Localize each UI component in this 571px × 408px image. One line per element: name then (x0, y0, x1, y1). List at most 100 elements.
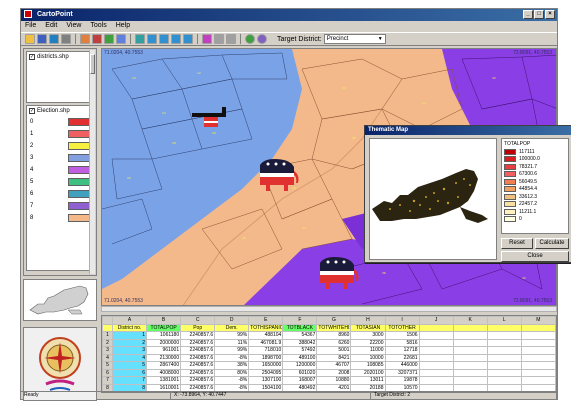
table-row[interactable]: 7 7 1381001 2240857.6 -8% 1307100 168007 10880 1… (102, 376, 556, 385)
table-cell[interactable]: 2000000 (146, 338, 182, 347)
table-cell[interactable]: 467081.9 (248, 338, 284, 347)
legend-swatch[interactable] (68, 202, 90, 210)
table-cell[interactable] (418, 368, 454, 377)
column-header[interactable] (418, 323, 454, 332)
menu-file[interactable]: File (25, 22, 36, 31)
table-cell[interactable]: -8% (214, 376, 250, 385)
save-icon[interactable] (49, 34, 59, 44)
table-row[interactable]: 1 1 1061180 2240857.6 99% 488104 54367 8960 3000… (102, 331, 556, 340)
table-cell[interactable]: -8% (214, 353, 250, 362)
table-cell[interactable] (486, 376, 522, 385)
table-row[interactable]: 5 5 2867400 2240857.6 38% 1650000 1200000 46707… (102, 361, 556, 370)
table-cell[interactable]: 10880 (316, 376, 352, 385)
redo-icon[interactable] (226, 34, 236, 44)
table-cell[interactable]: 961001 (146, 346, 182, 355)
table-cell[interactable]: 6260 (316, 338, 352, 347)
globe-icon[interactable] (245, 34, 255, 44)
column-header[interactable]: Dem. (214, 323, 250, 332)
table-cell[interactable]: 1381001 (146, 376, 182, 385)
column-header[interactable]: District no. (111, 323, 148, 332)
full-extent-icon[interactable] (183, 34, 193, 44)
table-cell[interactable] (452, 331, 488, 340)
legend-swatch[interactable] (68, 178, 90, 186)
table-cell[interactable] (452, 353, 488, 362)
column-header[interactable]: TOTOTHER (384, 323, 420, 332)
table-cell[interactable]: 1506 (384, 331, 420, 340)
table-cell[interactable] (452, 376, 488, 385)
table-cell[interactable] (452, 368, 488, 377)
print-icon[interactable] (61, 34, 71, 44)
grid-icon[interactable] (116, 34, 126, 44)
table-cell[interactable]: 46707 (316, 361, 352, 370)
table-cell[interactable]: 5 (111, 361, 148, 370)
column-header[interactable] (452, 323, 488, 332)
table-cell[interactable] (452, 361, 488, 370)
table-cell[interactable]: 80% (214, 368, 250, 377)
table-cell[interactable]: 1 (111, 331, 148, 340)
reset-button[interactable]: Reset (501, 238, 533, 249)
table-cell[interactable] (520, 331, 556, 340)
table-cell[interactable]: 57492 (282, 346, 318, 355)
pan-icon[interactable] (171, 34, 181, 44)
column-header[interactable]: TOTBLACK (282, 323, 318, 332)
table-icon[interactable] (104, 34, 114, 44)
table-cell[interactable]: 11000 (350, 346, 386, 355)
table-cell[interactable]: 22200 (350, 338, 386, 347)
target-district-select[interactable]: Precinct ▼ (323, 34, 386, 44)
table-cell[interactable] (486, 368, 522, 377)
table-cell[interactable]: 489100 (282, 353, 318, 362)
table-cell[interactable]: 1650000 (248, 361, 284, 370)
table-cell[interactable]: 3207371 (384, 368, 420, 377)
table-cell[interactable] (418, 331, 454, 340)
layer-icon[interactable] (80, 34, 90, 44)
table-cell[interactable]: 718010 (248, 346, 284, 355)
legend-row[interactable]: 0 (27, 116, 93, 128)
menu-help[interactable]: Help (116, 22, 130, 31)
table-cell[interactable]: 2867400 (146, 361, 182, 370)
legend-swatch[interactable] (68, 154, 90, 162)
flag-icon[interactable] (92, 34, 102, 44)
analysis-icon[interactable] (257, 34, 267, 44)
table-cell[interactable]: 5001 (316, 346, 352, 355)
table-cell[interactable]: 1898700 (248, 353, 284, 362)
table-cell[interactable]: 11% (214, 338, 250, 347)
zoom-in-icon[interactable] (147, 34, 157, 44)
column-letter[interactable]: J (418, 316, 454, 325)
column-header[interactable]: TOTWHITEHISP (316, 323, 352, 332)
table-cell[interactable] (418, 361, 454, 370)
layer-election-checkbox[interactable]: ✓ (29, 108, 35, 114)
undo-icon[interactable] (214, 34, 224, 44)
pointer-icon[interactable] (135, 34, 145, 44)
table-cell[interactable] (520, 353, 556, 362)
minimize-button[interactable]: _ (523, 10, 533, 19)
table-cell[interactable] (418, 346, 454, 355)
table-cell[interactable]: 601020 (282, 368, 318, 377)
close-dialog-button[interactable]: Close (501, 251, 569, 262)
column-letter[interactable]: F (282, 316, 318, 325)
column-letter[interactable]: E (248, 316, 284, 325)
table-cell[interactable]: 3000 (350, 331, 386, 340)
table-cell[interactable]: 2240857.6 (180, 376, 216, 385)
table-cell[interactable]: 1307100 (248, 376, 284, 385)
legend-row[interactable]: 5 (27, 176, 93, 188)
column-header[interactable]: Pop (180, 323, 216, 332)
legend-row[interactable]: 4 (27, 164, 93, 176)
close-button[interactable]: × (545, 10, 555, 19)
layer-panel-scroll-thumb[interactable] (90, 54, 95, 74)
column-header[interactable]: TOTALPOP (146, 323, 182, 332)
table-cell[interactable]: 1061180 (146, 331, 182, 340)
table-row[interactable]: 3 3 961001 2240857.6 99% 718010 57492 5001 11000… (102, 346, 556, 355)
table-cell[interactable]: 2 (111, 338, 148, 347)
attribute-table[interactable]: A B C D E F G H I J K L M District no. TOTALPOP Pop Dem.… (101, 315, 557, 393)
table-cell[interactable]: 1200000 (282, 361, 318, 370)
column-header[interactable] (486, 323, 522, 332)
table-cell[interactable]: 99% (214, 346, 250, 355)
table-cell[interactable] (520, 361, 556, 370)
table-cell[interactable]: 2240857.6 (180, 368, 216, 377)
table-row[interactable]: 4 4 2130000 2240857.6 -8% 1898700 489100 8421 10… (102, 353, 556, 362)
table-cell[interactable]: 22681 (384, 353, 420, 362)
table-cell[interactable]: 2240857.6 (180, 331, 216, 340)
calculate-button[interactable]: Calculate (535, 238, 569, 249)
map-horizontal-scrollbar[interactable] (101, 306, 557, 312)
table-cell[interactable] (452, 338, 488, 347)
